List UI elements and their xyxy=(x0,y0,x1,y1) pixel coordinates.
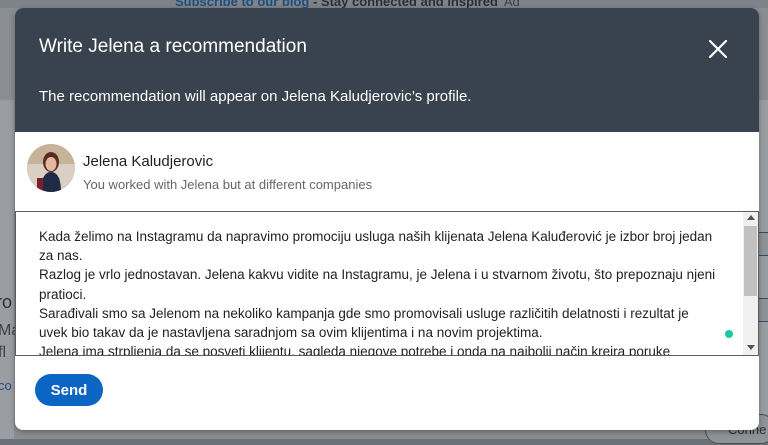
background-left-text: ro xyxy=(0,292,13,312)
background-right-card xyxy=(758,100,768,439)
avatar[interactable] xyxy=(27,144,75,192)
recommendation-text[interactable]: Kada želimo na Instagramu da napravimo p… xyxy=(39,227,719,355)
recipient-profile: Jelena Kaludjerovic You worked with Jele… xyxy=(15,132,759,212)
dialog-subtitle: The recommendation will appear on Jelena… xyxy=(39,88,472,105)
background-promo: Subscribe to our blog - Stay connected a… xyxy=(175,0,520,9)
close-button[interactable] xyxy=(705,36,731,62)
scroll-up-arrow-icon[interactable] xyxy=(747,215,755,220)
send-button[interactable]: Send xyxy=(35,374,103,406)
scroll-down-arrow-icon[interactable] xyxy=(747,345,755,350)
recommendation-dialog: Write Jelena a recommendation The recomm… xyxy=(15,8,759,430)
dialog-title: Write Jelena a recommendation xyxy=(39,36,307,57)
background-left-link: co xyxy=(0,378,12,393)
background-left-text: fl xyxy=(0,344,6,361)
recipient-name: Jelena Kaludjerovic xyxy=(83,153,214,170)
textarea-scrollbar[interactable] xyxy=(743,212,758,355)
relationship-text: You worked with Jelena but at different … xyxy=(83,177,373,192)
dialog-header: Write Jelena a recommendation The recomm… xyxy=(15,8,759,132)
grammar-check-indicator xyxy=(725,330,733,338)
recommendation-textarea[interactable]: Kada želimo na Instagramu da napravimo p… xyxy=(15,211,759,356)
scroll-thumb[interactable] xyxy=(744,226,757,296)
close-icon xyxy=(705,36,731,62)
